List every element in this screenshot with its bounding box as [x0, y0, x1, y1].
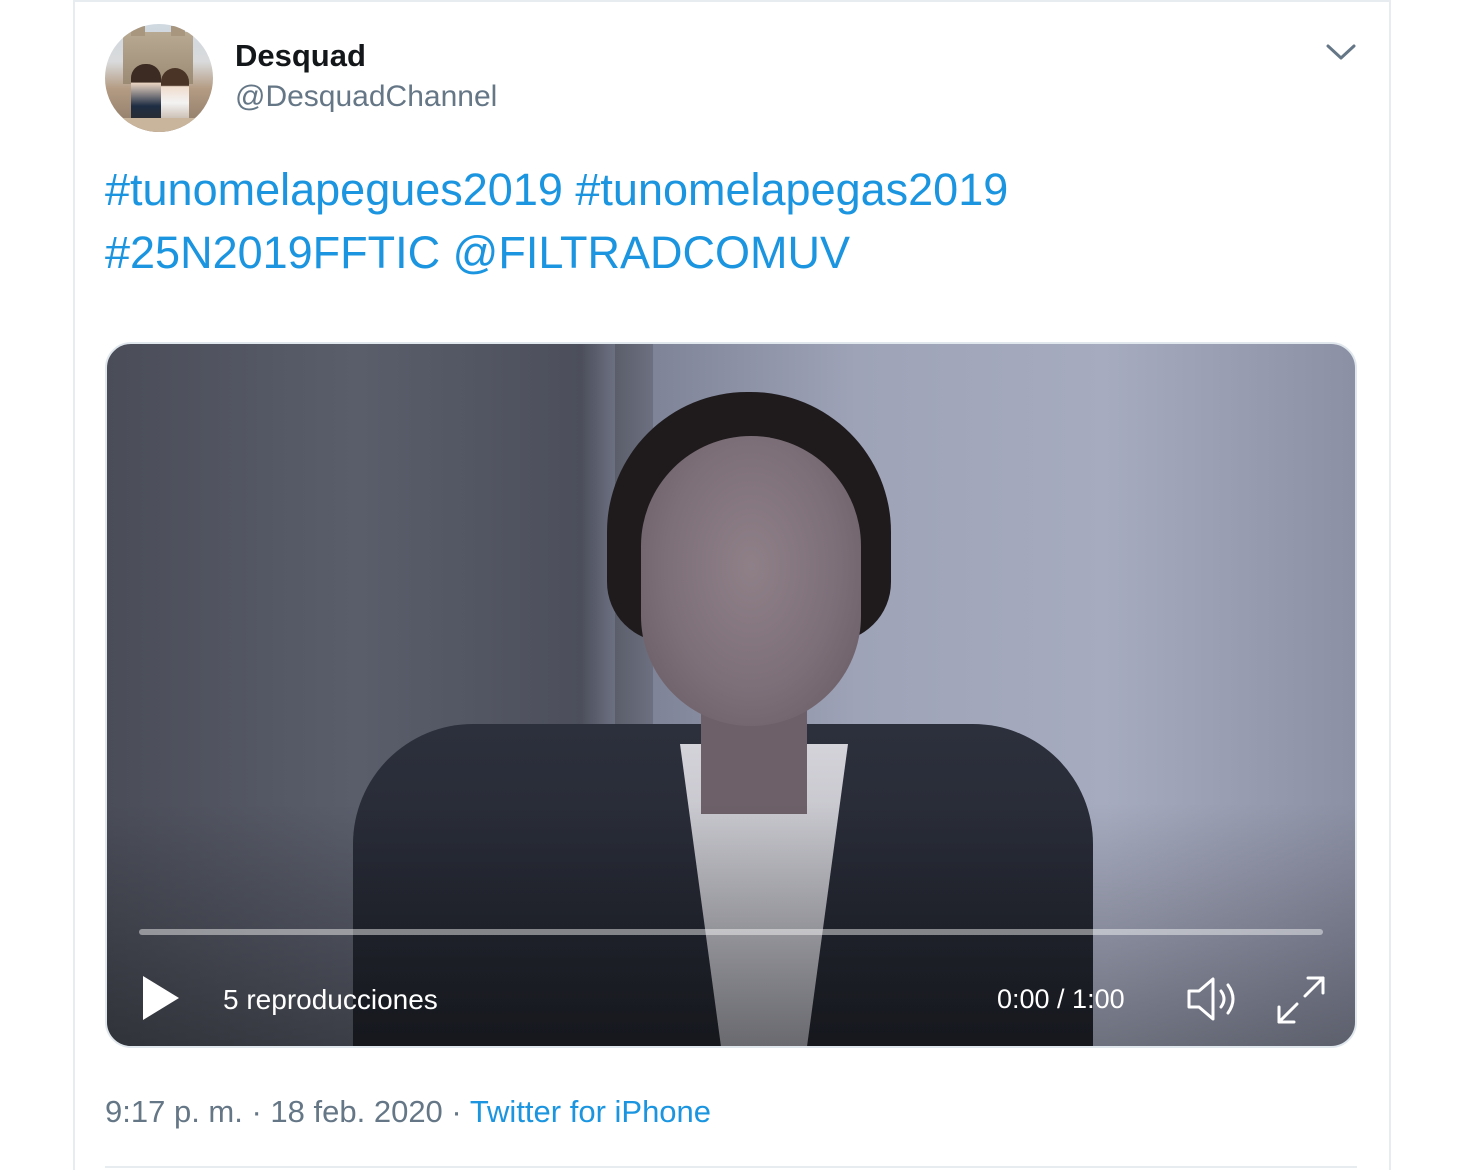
fullscreen-icon[interactable] [1275, 974, 1327, 1026]
meta-separator: · [242, 1094, 271, 1129]
video-progress-bar[interactable] [139, 929, 1323, 935]
chevron-down-icon[interactable] [1324, 38, 1358, 66]
avatar-photo-ground [105, 118, 213, 132]
avatar[interactable] [105, 24, 213, 132]
display-name[interactable]: Desquad [235, 38, 366, 74]
divider [105, 1166, 1357, 1168]
tweet-time[interactable]: 9:17 p. m. [105, 1094, 243, 1129]
video-player[interactable]: 5 reproducciones 0:00 / 1:00 [105, 342, 1357, 1048]
tweet-date[interactable]: 18 feb. 2020 [270, 1094, 442, 1129]
user-handle[interactable]: @DesquadChannel [235, 80, 497, 114]
volume-icon[interactable] [1185, 974, 1243, 1024]
tweet-text: #tunomelapegues2019 #tunomelapegas2019 #… [105, 158, 1345, 284]
view-count: 5 reproducciones [223, 984, 438, 1015]
play-icon[interactable] [139, 972, 183, 1024]
tweet-metadata: 9:17 p. m. · 18 feb. 2020 · Twitter for … [105, 1094, 711, 1130]
tweet-source-link[interactable]: Twitter for iPhone [470, 1094, 711, 1129]
tweet-text-line-2[interactable]: #25N2019FFTIC @FILTRADCOMUV [105, 221, 1345, 284]
video-overlay-gradient [107, 344, 1355, 1046]
avatar-photo-person-1 [131, 64, 161, 124]
tweet-text-line-1[interactable]: #tunomelapegues2019 #tunomelapegas2019 [105, 158, 1345, 221]
video-time: 0:00 / 1:00 [997, 984, 1125, 1014]
tweet-card: Desquad @DesquadChannel #tunomelapegues2… [73, 0, 1391, 1170]
meta-separator: · [442, 1094, 470, 1129]
